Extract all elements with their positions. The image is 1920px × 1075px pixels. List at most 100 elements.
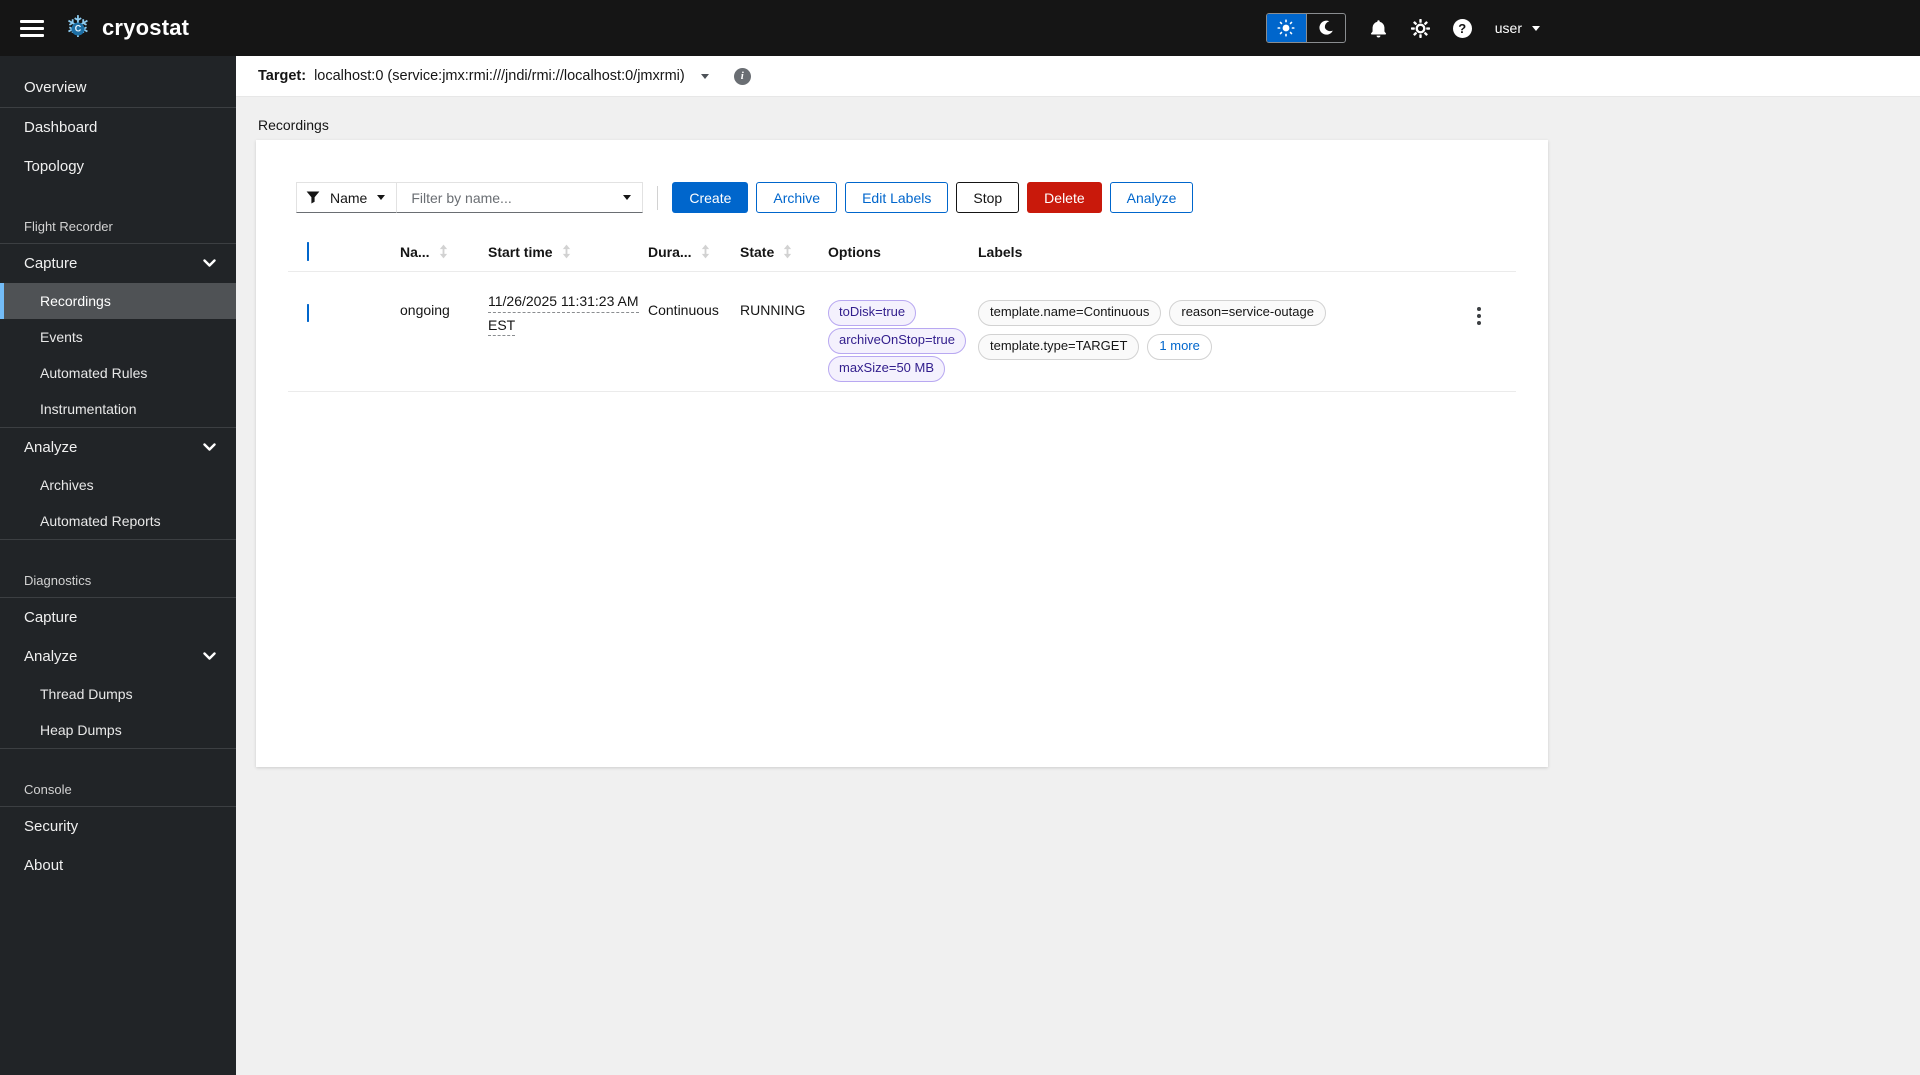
recordings-toolbar: Name Create Archive Edit Labels Stop Del… <box>256 140 1548 213</box>
logo-letter: C <box>71 22 85 36</box>
archive-button[interactable]: Archive <box>756 182 838 213</box>
sort-icon <box>700 244 711 259</box>
sidebar-item-archives[interactable]: Archives <box>0 467 236 503</box>
gear-icon <box>1410 18 1430 38</box>
sidebar-item-analyze[interactable]: Analyze <box>0 428 236 467</box>
kebab-icon <box>1477 307 1481 311</box>
filter-attribute-label: Name <box>330 189 368 206</box>
row-kebab-menu[interactable] <box>1469 303 1489 329</box>
sidebar-item-security[interactable]: Security <box>0 807 236 846</box>
sort-icon <box>438 244 449 259</box>
sort-icon <box>561 244 572 259</box>
sidebar-item-analyze-2[interactable]: Analyze <box>0 637 236 676</box>
sidebar-item-capture[interactable]: Capture <box>0 244 236 283</box>
sidebar-section-diagnostics: Diagnostics <box>24 573 92 588</box>
start-date: 11/26/2025 11:31:23 AM <box>488 293 639 313</box>
sidebar-item-capture-2[interactable]: Capture <box>0 598 236 637</box>
moon-icon <box>1319 20 1333 35</box>
bell-icon <box>1370 19 1386 38</box>
column-header-state[interactable]: State <box>740 244 828 260</box>
analyze-button[interactable]: Analyze <box>1109 182 1194 213</box>
content-area: Recordings Name Create Archive <box>236 97 1920 1075</box>
column-header-start-time[interactable]: Start time <box>488 244 648 260</box>
cell-labels: template.name=Continuous reason=service-… <box>978 272 1442 391</box>
hamburger-icon <box>20 19 44 23</box>
sidebar-item-dashboard[interactable]: Dashboard <box>0 108 236 147</box>
question-circle-icon: ? <box>1452 18 1472 38</box>
filter-input-wrap <box>397 182 644 213</box>
sidebar-item-automated-rules[interactable]: Automated Rules <box>0 355 236 391</box>
column-header-name[interactable]: Na... <box>400 244 488 260</box>
chevron-down-icon <box>203 652 216 661</box>
option-chip: toDisk=true <box>828 300 917 326</box>
label-chip: template.name=Continuous <box>978 300 1162 326</box>
brand-name: cryostat <box>102 15 190 40</box>
more-labels-link[interactable]: 1 more <box>1147 333 1212 360</box>
target-value: localhost:0 (service:jmx:rmi:///jndi/rmi… <box>314 68 685 84</box>
chevron-down-icon <box>203 443 216 452</box>
label-chip: template.type=TARGET <box>978 333 1140 360</box>
help-button[interactable]: ? <box>1452 18 1472 38</box>
target-select[interactable]: localhost:0 (service:jmx:rmi:///jndi/rmi… <box>314 68 709 84</box>
page-title: Recordings <box>258 117 329 133</box>
cell-state: RUNNING <box>740 302 806 318</box>
filter-attribute-select[interactable]: Name <box>296 182 398 213</box>
row-checkbox[interactable] <box>307 304 309 322</box>
filter-icon <box>306 191 320 204</box>
masthead: ❄C cryostat ? user <box>0 0 1920 56</box>
chevron-down-icon <box>700 73 709 79</box>
column-header-labels: Labels <box>978 243 1023 260</box>
column-header-duration[interactable]: Dura... <box>648 244 740 260</box>
sidebar-item-events[interactable]: Events <box>0 319 236 355</box>
cell-name: ongoing <box>400 302 450 318</box>
target-bar: Target: localhost:0 (service:jmx:rmi:///… <box>236 56 1920 97</box>
table-header-row: Na... Start time Dura... State Options L… <box>288 232 1516 272</box>
create-button[interactable]: Create <box>672 182 749 213</box>
sidebar-nav: Overview Dashboard Topology Flight Recor… <box>0 56 236 1075</box>
select-all-checkbox[interactable] <box>307 241 309 261</box>
divider <box>657 185 659 210</box>
cell-start-time: 11/26/2025 11:31:23 AM EST <box>488 272 648 391</box>
notifications-button[interactable] <box>1369 19 1388 38</box>
light-theme-button[interactable] <box>1266 14 1306 42</box>
target-label: Target: <box>258 68 307 84</box>
table-row: ongoing 11/26/2025 11:31:23 AM EST Conti… <box>288 272 1516 392</box>
chevron-down-icon[interactable] <box>623 195 632 200</box>
sidebar-item-heap-dumps[interactable]: Heap Dumps <box>0 712 236 748</box>
sidebar-item-topology[interactable]: Topology <box>0 147 236 186</box>
sidebar-section-flight-recorder: Flight Recorder <box>24 219 113 234</box>
divider <box>0 539 236 540</box>
snowflake-icon: ❄C <box>62 13 94 43</box>
sun-icon <box>1277 19 1295 37</box>
cell-options: toDisk=true archiveOnStop=true maxSize=5… <box>828 272 978 391</box>
nav-toggle-button[interactable] <box>20 17 44 40</box>
sidebar-item-recordings[interactable]: Recordings <box>0 283 236 319</box>
chevron-down-icon <box>203 259 216 268</box>
theme-toggle-group <box>1265 13 1346 43</box>
delete-button[interactable]: Delete <box>1027 182 1102 213</box>
stop-button[interactable]: Stop <box>956 182 1020 213</box>
sort-icon <box>782 244 793 259</box>
sidebar-item-thread-dumps[interactable]: Thread Dumps <box>0 676 236 712</box>
chevron-down-icon <box>1532 25 1540 31</box>
sidebar-item-overview[interactable]: Overview <box>0 68 236 107</box>
divider <box>0 748 236 749</box>
label-chip: reason=service-outage <box>1169 300 1326 326</box>
settings-button[interactable] <box>1410 18 1430 38</box>
start-timezone: EST <box>488 317 516 336</box>
sidebar-item-automated-reports[interactable]: Automated Reports <box>0 503 236 539</box>
sidebar-item-instrumentation[interactable]: Instrumentation <box>0 391 236 427</box>
sidebar-section-console: Console <box>24 782 72 797</box>
dark-theme-button[interactable] <box>1305 14 1345 42</box>
edit-labels-button[interactable]: Edit Labels <box>845 182 949 213</box>
recordings-table: Na... Start time Dura... State Options L… <box>288 232 1516 392</box>
sidebar-item-about[interactable]: About <box>0 846 236 885</box>
filter-by-name-input[interactable] <box>401 189 624 206</box>
user-menu[interactable]: user <box>1495 20 1540 36</box>
brand-logo[interactable]: ❄C cryostat <box>62 13 189 43</box>
option-chip: archiveOnStop=true <box>828 327 966 354</box>
column-header-options: Options <box>828 243 881 260</box>
cell-duration: Continuous <box>648 302 719 318</box>
info-icon[interactable]: i <box>733 67 751 85</box>
option-chip: maxSize=50 MB <box>828 355 946 382</box>
